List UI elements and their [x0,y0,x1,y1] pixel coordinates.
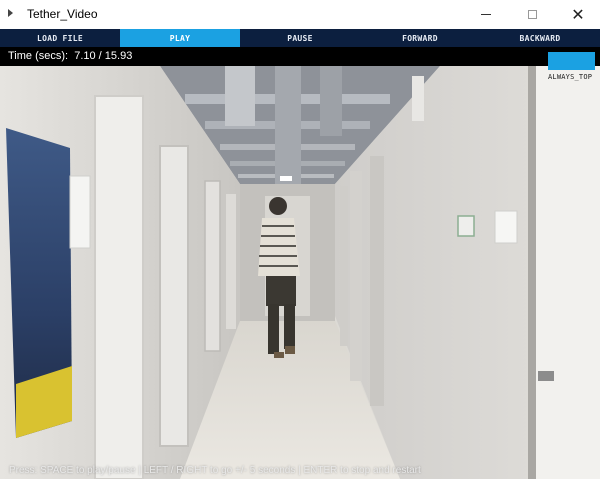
forward-button[interactable]: FORWARD [360,29,480,47]
time-readout: Time (secs): 7.10 / 15.93 [8,50,133,62]
minimize-icon [481,14,491,15]
app-icon [8,9,13,17]
minimize-button[interactable] [463,0,509,29]
pause-button[interactable]: PAUSE [240,29,360,47]
video-image [0,66,600,479]
maximize-icon [527,10,537,19]
always-on-top-button[interactable] [548,52,595,70]
control-toolbar: LOAD FILE PLAY PAUSE FORWARD BACKWARD [0,29,600,47]
load-file-button[interactable]: LOAD FILE [0,29,120,47]
close-icon: ✕ [571,4,585,24]
close-button[interactable]: ✕ [555,0,600,29]
window-title: Tether_Video [27,7,98,21]
keyboard-hint-text: Press: SPACE to play/pause | LEFT / RIGH… [9,465,421,476]
video-frame[interactable]: Press: SPACE to play/pause | LEFT / RIGH… [0,66,600,479]
window-title-bar: Tether_Video ✕ [0,0,600,29]
play-button[interactable]: PLAY [120,29,240,47]
maximize-button[interactable] [509,0,555,29]
always-on-top-label: ALWAYS_TOP [548,73,593,81]
backward-button[interactable]: BACKWARD [480,29,600,47]
time-bar: Time (secs): 7.10 / 15.93 [0,47,600,66]
